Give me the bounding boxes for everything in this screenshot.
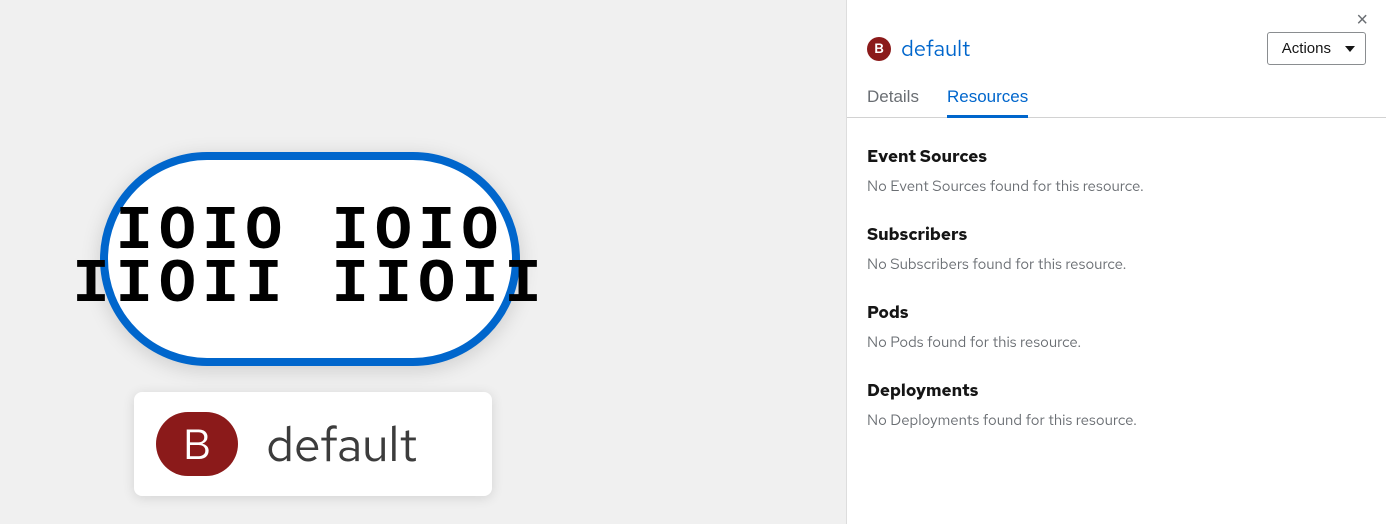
actions-label: Actions <box>1282 40 1331 57</box>
panel-title-group: B default <box>867 34 970 63</box>
panel-tabs: Details Resources <box>847 65 1386 118</box>
section-message: No Pods found for this resource. <box>867 332 1366 352</box>
panel-header: B default Actions <box>847 0 1386 65</box>
broker-badge-icon: B <box>156 412 238 476</box>
section-message: No Deployments found for this resource. <box>867 410 1366 430</box>
section-heading: Pods <box>867 302 1366 324</box>
section-pods: Pods No Pods found for this resource. <box>867 302 1366 352</box>
badge-letter: B <box>183 416 211 472</box>
panel-title[interactable]: default <box>901 34 970 63</box>
tab-resources[interactable]: Resources <box>947 87 1028 117</box>
section-subscribers: Subscribers No Subscribers found for thi… <box>867 224 1366 274</box>
details-sidepanel: × B default Actions Details Resources Ev… <box>846 0 1386 524</box>
section-event-sources: Event Sources No Event Sources found for… <box>867 146 1366 196</box>
section-heading: Subscribers <box>867 224 1366 246</box>
broker-node[interactable]: IOIO IOIO IIOII IIOII <box>100 152 520 366</box>
node-label-text: default <box>266 412 417 476</box>
close-button[interactable]: × <box>1348 6 1376 34</box>
close-icon: × <box>1356 9 1368 31</box>
caret-down-icon <box>1345 46 1355 52</box>
section-message: No Subscribers found for this resource. <box>867 254 1366 274</box>
panel-body: Event Sources No Event Sources found for… <box>847 118 1386 458</box>
section-deployments: Deployments No Deployments found for thi… <box>867 380 1366 430</box>
actions-dropdown[interactable]: Actions <box>1267 32 1366 65</box>
broker-badge-small-icon: B <box>867 37 891 61</box>
section-message: No Event Sources found for this resource… <box>867 176 1366 196</box>
tab-details[interactable]: Details <box>867 87 919 117</box>
section-heading: Deployments <box>867 380 1366 402</box>
section-heading: Event Sources <box>867 146 1366 168</box>
broker-glyph-icon: IOIO IOIO IIOII IIOII <box>72 206 547 311</box>
topology-canvas[interactable]: IOIO IOIO IIOII IIOII B default <box>0 0 846 524</box>
node-label-card[interactable]: B default <box>134 392 492 496</box>
